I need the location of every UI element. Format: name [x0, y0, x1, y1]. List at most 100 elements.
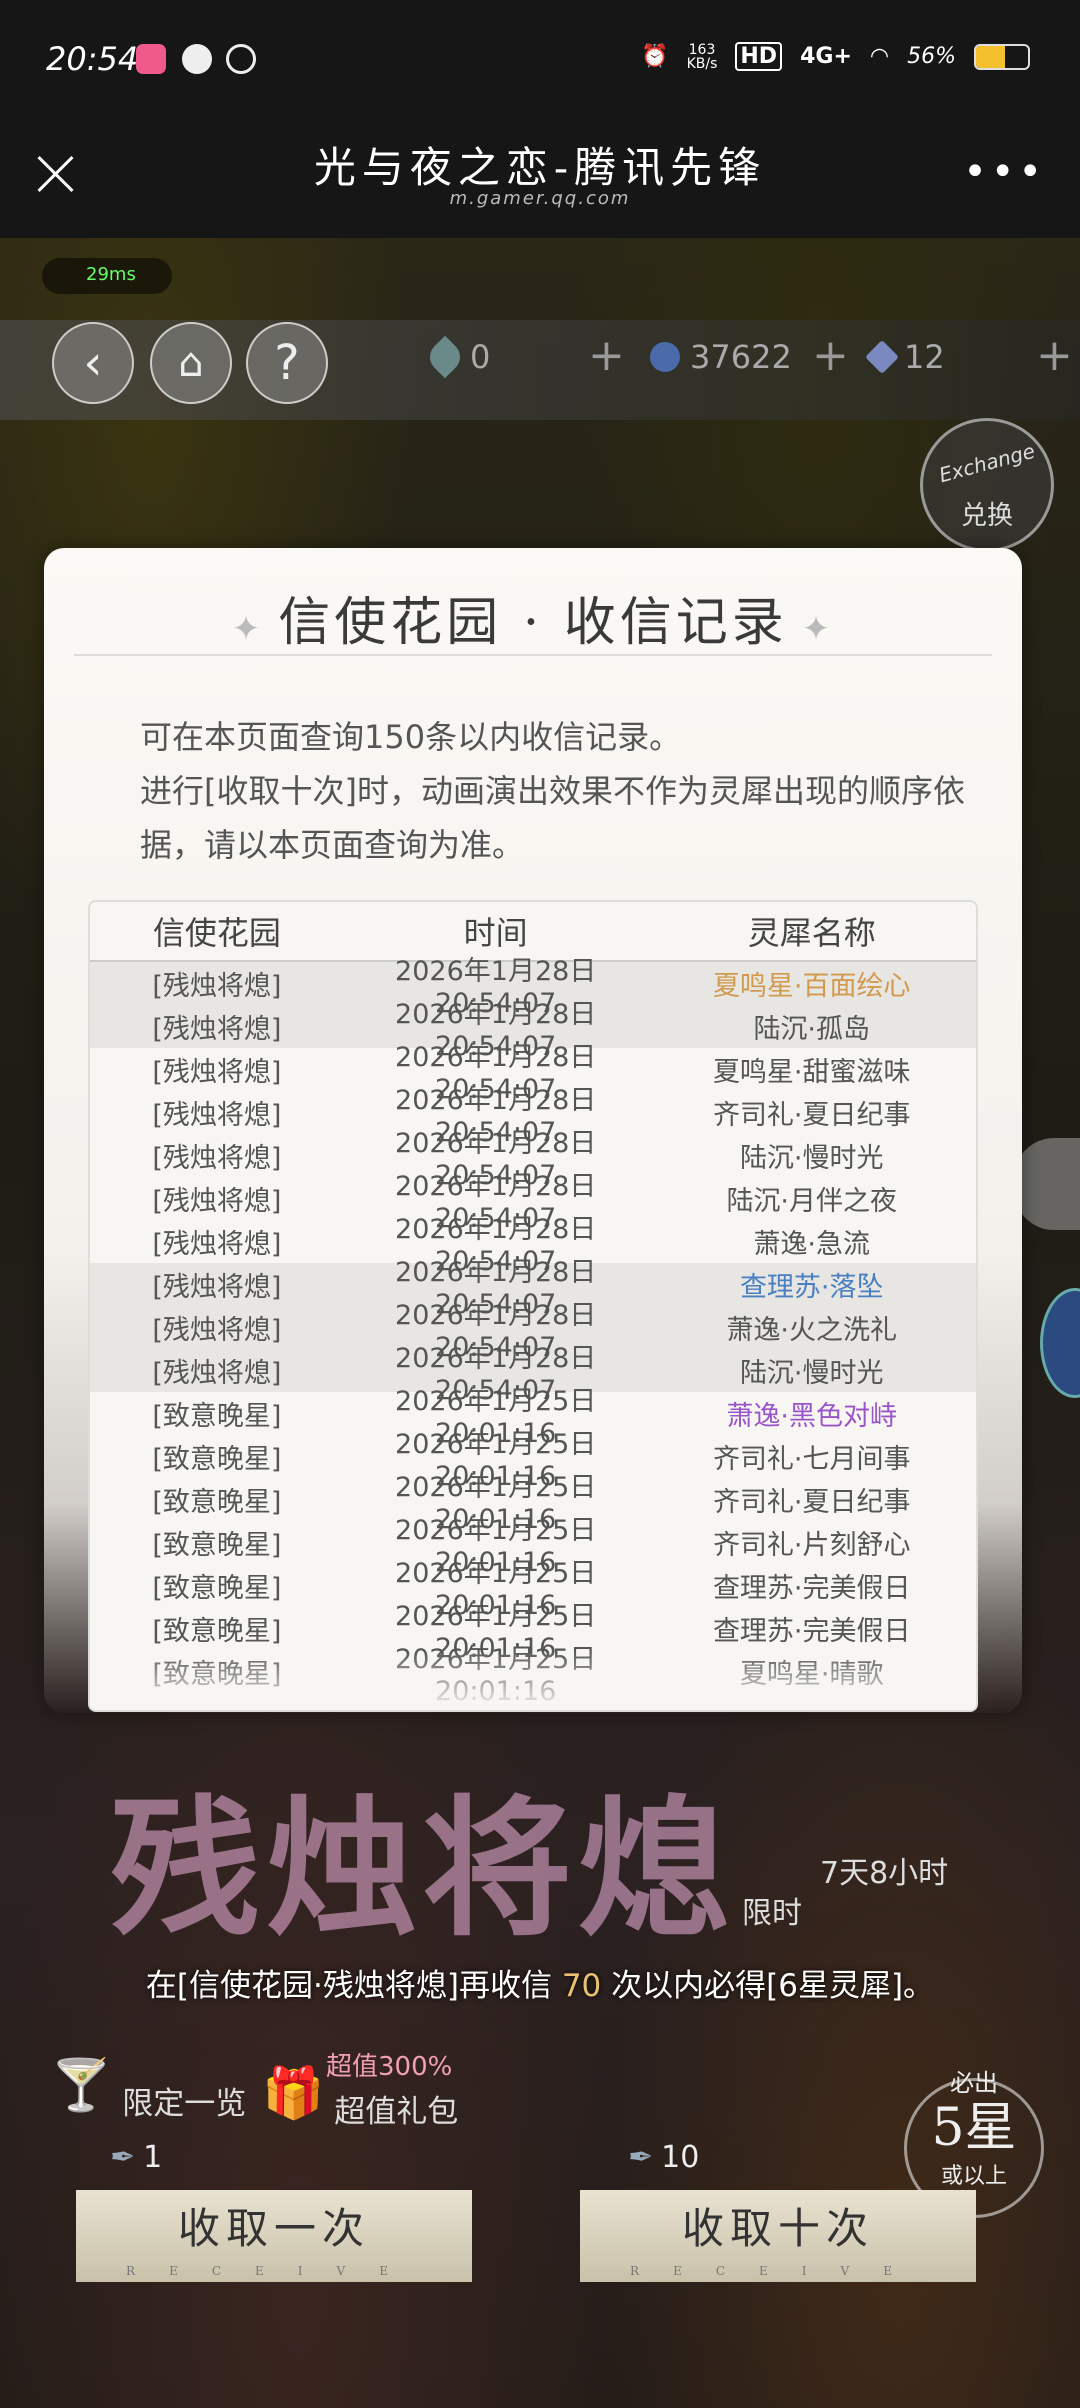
row-name: 陆沉·慢时光: [739, 1358, 884, 1389]
diamond-icon: [865, 340, 899, 374]
feather-icon: [423, 335, 467, 379]
row-garden: [残烛将熄]: [152, 1272, 282, 1303]
help-button[interactable]: ?: [246, 322, 328, 404]
row-name: 萧逸·火之洗礼: [726, 1315, 898, 1346]
status-icons: ⏰ 163 KB/s HD 4G+ ◠ 56%: [641, 42, 1030, 71]
side-event-button[interactable]: [1040, 1288, 1080, 1398]
home-button[interactable]: ⌂: [150, 322, 232, 404]
more-options-icon[interactable]: •••: [963, 152, 1046, 192]
speed-unit: KB/s: [686, 55, 718, 72]
exchange-script: Exchange: [936, 438, 1038, 488]
gift-pack-button[interactable]: 🎁 超值礼包: [262, 2056, 458, 2131]
page-url: m.gamer.qq.com: [449, 188, 631, 209]
app-notification-icon: [226, 44, 256, 74]
coin-icon: [650, 342, 680, 372]
row-name: 查理苏·完美假日: [712, 1573, 911, 1604]
gift-icon: 🎁: [262, 2064, 325, 2122]
row-name: 齐司礼·夏日纪事: [712, 1100, 911, 1131]
pull-ten-label: 收取十次: [681, 2204, 874, 2253]
signal-icon: 4G+: [800, 44, 852, 69]
row-garden: [致意晚星]: [152, 1573, 282, 1604]
row-garden: [残烛将熄]: [152, 1315, 282, 1346]
pity-prefix: 在[信使花园·残烛将熄]再收信: [145, 1968, 552, 2004]
record-table[interactable]: 信使花园 时间 灵犀名称 [残烛将熄] 2026年1月28日 20:54:07 夏鸣…: [88, 900, 978, 1712]
banner-countdown: 7天8小时: [820, 1856, 949, 1891]
row-garden: [致意晚星]: [152, 1401, 282, 1432]
header-name: 灵犀名称: [747, 914, 876, 952]
row-garden: [致意晚星]: [152, 1444, 282, 1475]
row-name: 陆沉·慢时光: [739, 1143, 884, 1174]
sparkle-icon: ✦: [801, 609, 835, 649]
row-name: 齐司礼·夏日纪事: [712, 1487, 911, 1518]
header-time: 时间: [463, 914, 528, 952]
receive-caption: RECEIVE: [630, 2264, 926, 2278]
row-name: 夏鸣星·甜蜜滋味: [712, 1057, 911, 1088]
app-notification-icon: [182, 44, 212, 74]
limited-view-button[interactable]: 🍸 限定一览: [50, 2048, 246, 2123]
wifi-icon: ◠: [869, 44, 890, 69]
exchange-button[interactable]: Exchange 兑换: [920, 418, 1054, 552]
feather-icon: ✒: [110, 2140, 136, 2175]
dialog-title-text: 信使花园 · 收信记录: [278, 593, 788, 653]
exchange-label: 兑换: [960, 501, 1013, 531]
status-bar: 20:54 ⏰ 163 KB/s HD 4G+ ◠ 56%: [0, 0, 1080, 124]
add-coin-button[interactable]: +: [812, 330, 849, 381]
browser-titlebar: 光与夜之恋-腾讯先锋 m.gamer.qq.com •••: [0, 124, 1080, 238]
battery-fill: [976, 45, 1006, 68]
feather-icon: ✒: [628, 2140, 654, 2175]
battery-icon: [974, 43, 1030, 70]
banner-limit-label: 限时: [742, 1896, 802, 1931]
cocktail-icon: 🍸: [50, 2056, 113, 2114]
row-garden: [残烛将熄]: [152, 1014, 282, 1045]
pull-once-button[interactable]: 收取一次 RECEIVE: [76, 2190, 472, 2282]
note-line: 可在本页面查询150条以内收信记录。: [140, 718, 682, 756]
guarantee-top: 必出: [950, 2069, 998, 2097]
cost-one: ✒ 1: [110, 2140, 162, 2175]
currency-diamond-value: 12: [904, 338, 945, 376]
receive-caption: RECEIVE: [126, 2264, 422, 2278]
cost-one-value: 1: [143, 2140, 163, 2175]
pity-text: 在[信使花园·残烛将熄]再收信 70 次以内必得[6星灵犀]。: [0, 1960, 1080, 2005]
side-menu-button[interactable]: [1014, 1138, 1080, 1230]
guarantee-num: 5星: [931, 2098, 1017, 2158]
row-name: 齐司礼·七月间事: [712, 1444, 911, 1475]
guarantee-bottom: 或以上: [940, 2164, 1007, 2189]
sparkle-icon: ✦: [231, 609, 265, 649]
row-garden: [残烛将熄]: [152, 971, 282, 1002]
dialog-title: ✦ 信使花园 · 收信记录 ✦: [44, 580, 1022, 655]
page-title: 光与夜之恋-腾讯先锋: [313, 143, 767, 192]
add-feather-button[interactable]: +: [588, 330, 625, 381]
row-garden: [致意晚星]: [152, 1487, 282, 1518]
pity-suffix: 次以内必得[6星灵犀]。: [611, 1968, 935, 2004]
app-notification-icon: [136, 44, 166, 74]
row-garden: [残烛将熄]: [152, 1143, 282, 1174]
pull-ten-button[interactable]: 收取十次 RECEIVE: [580, 2190, 976, 2282]
back-button[interactable]: ‹: [52, 322, 134, 404]
header-garden: 信使花园: [152, 914, 281, 952]
row-name: 萧逸·黑色对峙: [726, 1401, 898, 1432]
row-garden: [残烛将熄]: [152, 1057, 282, 1088]
battery-text: 56%: [907, 44, 956, 69]
currency-coin: 37622: [650, 338, 792, 376]
ping-indicator: 29ms: [42, 258, 172, 294]
note-line: 进行[收取十次]时，动画演出效果不作为灵犀出现的顺序依据，请以本页面查询为准。: [140, 772, 965, 864]
gift-pack-label: 超值礼包: [334, 2094, 459, 2130]
row-garden: [致意晚星]: [152, 1530, 282, 1561]
row-garden: [致意晚星]: [152, 1616, 282, 1647]
row-name: 夏鸣星·百面绘心: [712, 971, 911, 1002]
row-garden: [残烛将熄]: [152, 1186, 282, 1217]
limited-view-label: 限定一览: [122, 2086, 247, 2122]
cost-ten-value: 10: [661, 2140, 700, 2175]
currency-diamond: 12: [865, 338, 945, 376]
alarm-icon: ⏰: [641, 44, 669, 69]
network-speed: 163 KB/s: [687, 43, 718, 71]
pity-count: 70: [561, 1968, 602, 2004]
divider: [74, 654, 992, 656]
row-name: 查理苏·完美假日: [712, 1616, 911, 1647]
status-time: 20:54: [46, 40, 139, 78]
table-body: [残烛将熄] 2026年1月28日 20:54:07 夏鸣星·百面绘心 [残烛将熄] 2…: [90, 956, 976, 1707]
add-diamond-button[interactable]: +: [1036, 330, 1073, 381]
row-name: 陆沉·孤岛: [753, 1014, 871, 1045]
row-garden: [残烛将熄]: [152, 1358, 282, 1389]
currency-coin-value: 37622: [690, 338, 792, 376]
